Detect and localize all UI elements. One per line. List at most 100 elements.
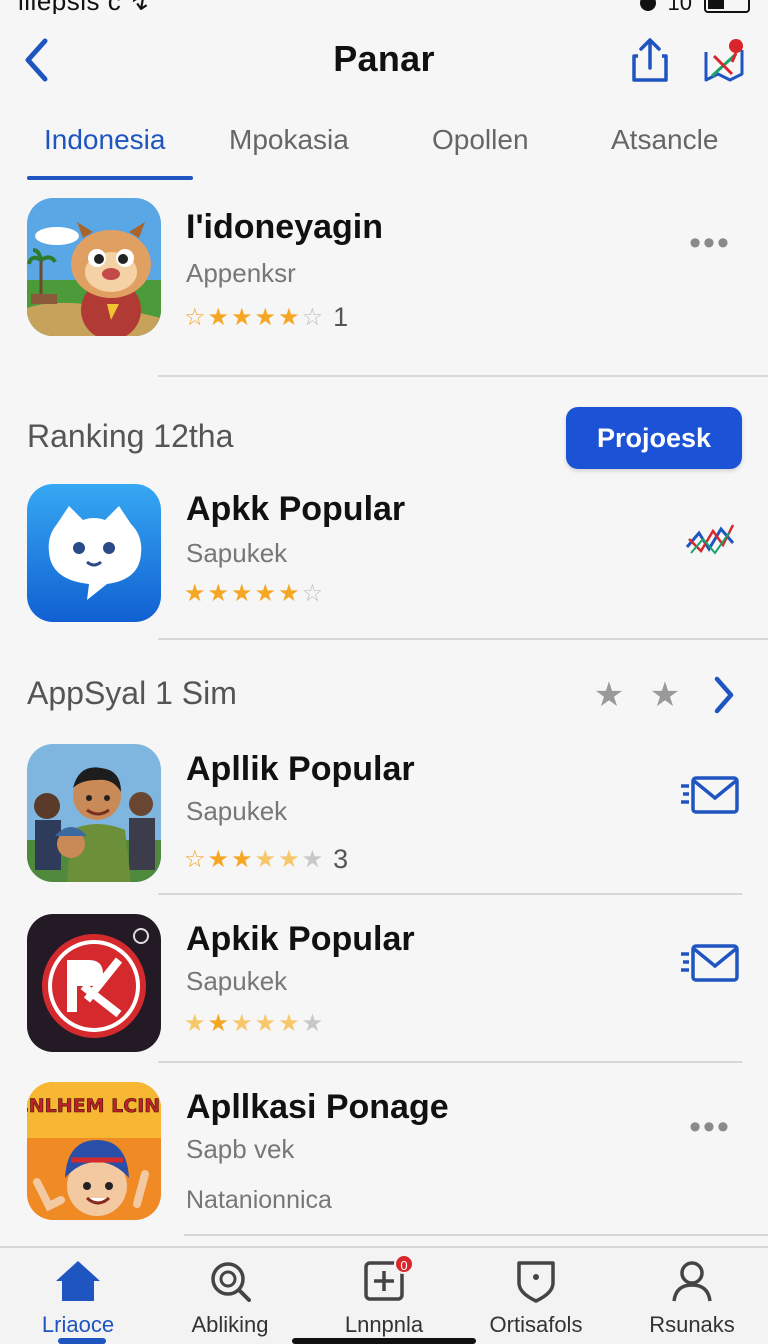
- star-icon: ★: [254, 845, 277, 873]
- divider: [158, 375, 768, 377]
- app-rating: ★ ★ ★ ★ ★ ★: [184, 1012, 323, 1036]
- tabbar-search[interactable]: Abliking: [160, 1258, 300, 1342]
- app-list-item[interactable]: CNLHEM LCINE Apllkasi Ponage Sapb vek Na…: [0, 1080, 768, 1230]
- section-heading-ranking: Ranking 12tha: [27, 418, 234, 454]
- star-icon: ★: [278, 303, 300, 331]
- category-tabs: Indonesia Mpokasia Opollen Atsancle: [0, 112, 768, 182]
- app-title: I'idoneyagin: [186, 208, 383, 246]
- share-button[interactable]: [626, 34, 674, 86]
- star-icon[interactable]: ★: [648, 678, 682, 712]
- cat-chat-icon: [27, 484, 161, 622]
- notification-badge: 0: [394, 1254, 414, 1274]
- star-icon[interactable]: ★: [592, 678, 626, 712]
- status-bar: iiiepsis c ↯ 10: [0, 0, 768, 14]
- ranking-app-row[interactable]: Apkk Popular Sapukek ★ ★ ★ ★ ★ ☆: [0, 482, 768, 622]
- trend-chart-icon: [685, 524, 735, 555]
- star-icon: ★: [254, 303, 277, 331]
- app-title: Apllkasi Ponage: [186, 1088, 449, 1126]
- app-icon: [27, 914, 161, 1052]
- app-extra-info: Natanionnica: [186, 1186, 332, 1214]
- tabbar-label: Lnnpnla: [344, 1312, 424, 1337]
- home-icon: [54, 1258, 102, 1304]
- star-icon: ★: [231, 845, 253, 873]
- section-heading-apps: AppSyal 1 Sim: [27, 675, 237, 711]
- tabbar-label: Ortisafols: [489, 1312, 583, 1337]
- search-icon: [206, 1258, 254, 1304]
- star-icon: ★: [254, 1010, 277, 1037]
- home-indicator: [292, 1338, 476, 1344]
- app-title: Apllik Popular: [186, 750, 415, 788]
- rating-count: 1: [333, 302, 349, 332]
- tab-atsancle[interactable]: Atsancle: [611, 124, 718, 156]
- icon-text: CNLHEM LCINE: [27, 1095, 161, 1117]
- star-icon: ★: [278, 1010, 300, 1037]
- app-list-item[interactable]: Apkik Popular Sapukek ★ ★ ★ ★ ★ ★: [0, 912, 768, 1058]
- signal-icon: [639, 0, 656, 11]
- tab-opollen[interactable]: Opollen: [432, 124, 529, 156]
- tabbar-home[interactable]: Lriaoce: [8, 1258, 148, 1342]
- section-actions: ★ ★: [592, 672, 744, 718]
- status-indicators: 10: [639, 0, 750, 14]
- tabbar-add[interactable]: 0 Lnnpnla: [314, 1254, 454, 1342]
- tabbar-shield[interactable]: Ortisafols: [466, 1258, 606, 1342]
- propose-button[interactable]: Projoesk: [566, 407, 742, 469]
- battery-icon: [704, 0, 750, 13]
- star-icon: ★: [278, 845, 300, 873]
- more-options-button[interactable]: •••: [678, 1104, 742, 1150]
- divider: [158, 1061, 742, 1063]
- add-box-icon: 0: [360, 1254, 414, 1304]
- star-icon: ★: [231, 303, 253, 331]
- active-indicator: [58, 1338, 106, 1344]
- people-group-icon: [27, 744, 161, 882]
- tab-mpokasia[interactable]: Mpokasia: [229, 124, 349, 156]
- star-icon: ☆: [301, 580, 324, 607]
- app-list-item[interactable]: Apllik Popular Sapukek ☆ ★ ★ ★ ★ ★ 3: [0, 744, 768, 884]
- red-logo-icon: [27, 914, 161, 1052]
- star-icon: ★: [301, 1010, 324, 1037]
- star-icon: ★: [278, 580, 300, 607]
- star-icon: ★: [207, 303, 230, 331]
- shield-icon: [512, 1258, 560, 1304]
- trend-button[interactable]: [678, 516, 742, 562]
- app-title: Apkk Popular: [186, 490, 406, 528]
- message-button[interactable]: [678, 772, 742, 818]
- more-options-button[interactable]: •••: [678, 220, 742, 266]
- tabbar-label: Lriaoce: [41, 1312, 115, 1337]
- status-carrier: iiiepsis c ↯: [18, 0, 151, 14]
- app-rating: ☆ ★ ★ ★ ★ ☆ 1: [184, 302, 348, 333]
- cartoon-character-icon: [27, 198, 161, 336]
- star-icon: ★: [231, 1010, 253, 1037]
- bottom-tab-bar: Lriaoce Abliking 0 Lnnpnla Ortisafols Rs…: [0, 1246, 768, 1344]
- more-dots-icon: •••: [689, 1108, 731, 1146]
- tab-indicator: [27, 176, 193, 180]
- chevron-right-icon: [714, 676, 734, 714]
- map-pin-icon: [704, 39, 744, 82]
- see-all-button[interactable]: [704, 672, 744, 718]
- star-icon: ★: [184, 1010, 206, 1037]
- status-time: 10: [667, 0, 692, 14]
- mail-icon: [681, 776, 739, 814]
- tab-indonesia[interactable]: Indonesia: [44, 124, 165, 156]
- map-pin-button[interactable]: [700, 34, 748, 86]
- app-subtitle: Sapb vek: [186, 1134, 295, 1164]
- app-title: Apkik Popular: [186, 920, 415, 958]
- star-icon: ☆: [184, 845, 206, 873]
- featured-app-row[interactable]: I'idoneyagin Appenksr ☆ ★ ★ ★ ★ ☆ 1 •••: [0, 198, 768, 358]
- app-icon: CNLHEM LCINE: [27, 1082, 161, 1220]
- share-icon: [632, 38, 668, 82]
- star-icon: ☆: [301, 303, 324, 331]
- message-button[interactable]: [678, 940, 742, 986]
- divider: [158, 638, 768, 640]
- star-icon: ★: [301, 845, 324, 873]
- star-icon: ★: [231, 580, 253, 607]
- more-dots-icon: •••: [689, 224, 731, 262]
- tabbar-profile[interactable]: Rsunaks: [622, 1258, 762, 1342]
- star-icon: ☆: [184, 303, 206, 331]
- app-subtitle: Sapukek: [186, 538, 288, 568]
- divider: [184, 1234, 768, 1236]
- person-icon: [668, 1258, 716, 1304]
- navigation-bar: Panar: [0, 28, 768, 92]
- star-icon: ★: [254, 580, 277, 607]
- star-icon: ★: [207, 845, 230, 873]
- app-icon: [27, 484, 161, 622]
